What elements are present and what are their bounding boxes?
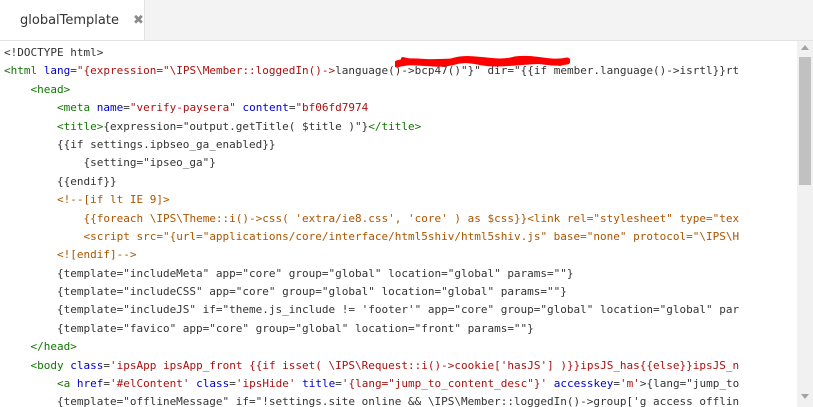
code-token: {template="offlineMessage" if="!settings… [4, 395, 740, 407]
code-token: = [613, 377, 620, 391]
code-token: class [70, 358, 104, 372]
code-token: "bf06fd7974 [295, 101, 369, 115]
code-token: 'ipsApp ipsApp_front {{if isset( \IPS\Re… [110, 358, 740, 372]
code-token: <html [4, 64, 38, 78]
scroll-up-arrow-icon[interactable] [801, 45, 809, 50]
code-line: {template="includeMeta" app="core" group… [4, 265, 797, 283]
code-token: {{foreach \IPS\Theme::i()->css( 'extra/i… [83, 211, 740, 225]
code-token: {template="includeJS" if="theme.js_inclu… [4, 303, 740, 317]
code-editor[interactable]: <!DOCTYPE html> <html lang="{expression="… [0, 41, 797, 407]
code-line: {template="offlineMessage" if="!settings… [4, 393, 797, 407]
code-line: </head> [4, 338, 797, 356]
code-token: </title> [368, 119, 422, 133]
scroll-down-arrow-icon[interactable] [801, 394, 809, 399]
code-line: <body class='ipsApp ipsApp_front {{if is… [4, 357, 797, 375]
code-line: {template="favico" app="core" group="glo… [4, 320, 797, 338]
code-token: content [242, 101, 289, 115]
code-token: = [103, 358, 110, 372]
vertical-scrollbar[interactable] [797, 41, 813, 407]
code-token: "verify-paysera" [129, 101, 236, 115]
code-line: <meta name="verify-paysera" content="bf0… [4, 99, 797, 117]
code-line: <script src="{url="applications/core/int… [4, 228, 797, 246]
code-token: = [335, 377, 342, 391]
code-line: {template="includeCSS" app="core" group=… [4, 283, 797, 301]
code-token: {template="includeMeta" app="core" group… [4, 266, 574, 280]
code-line: {template="includeJS" if="theme.js_inclu… [4, 301, 797, 319]
code-token: {template="includeCSS" app="core" group=… [4, 285, 567, 299]
code-token: <title> [56, 119, 104, 133]
code-token: {setting="ipseo_ga"} [4, 156, 216, 170]
code-token: {expression="output.getTitle( $title )"} [103, 119, 369, 133]
close-icon[interactable]: ✖ [133, 13, 144, 28]
code-line: <![endif]--> [4, 246, 797, 264]
code-token: 'm' [620, 377, 640, 391]
code-token: <a [56, 377, 71, 391]
code-token: 'ipsHide' [235, 377, 296, 391]
code-token: "{expression="\IPS\Member::loggedIn()-> [76, 64, 336, 78]
redaction-scribble [395, 55, 570, 68]
code-line: <a href='#elContent' class='ipsHide' tit… [4, 375, 797, 393]
code-token: title [302, 377, 336, 391]
code-line: <title>{expression="output.getTitle( $ti… [4, 118, 797, 136]
code-token: name [96, 101, 124, 115]
code-token: <!--[if lt IE 9]> [56, 193, 170, 207]
code-line: {{endif}} [4, 173, 797, 191]
code-token: {{endif}} [4, 174, 117, 188]
code-token: <script src="{url="applications/core/int… [83, 229, 740, 243]
code-token: = [70, 64, 77, 78]
code-content: <!DOCTYPE html> <html lang="{expression="… [0, 41, 797, 407]
code-token: = [123, 101, 130, 115]
code-token: </head> [30, 340, 77, 354]
code-token: lang [43, 64, 71, 78]
code-line: <!--[if lt IE 9]> [4, 191, 797, 209]
code-token: <meta [56, 101, 91, 115]
code-token: accesskey [553, 377, 614, 391]
code-line: {{foreach \IPS\Theme::i()->css( 'extra/i… [4, 210, 797, 228]
tab-global-template[interactable]: globalTemplate ✖ [0, 0, 145, 40]
code-line: {setting="ipseo_ga"} [4, 154, 797, 172]
code-token: <body [30, 358, 64, 372]
code-token: >{lang="jump_to [639, 377, 740, 391]
code-token: <![endif]--> [56, 248, 137, 262]
tab-bar: globalTemplate ✖ [0, 0, 813, 41]
code-line: {{if settings.ipbseo_ga_enabled}} [4, 136, 797, 154]
code-token: {{if settings.ipbseo_ga_enabled}} [4, 137, 276, 151]
code-token: class [196, 377, 230, 391]
code-token: '#elContent' [109, 377, 190, 391]
code-token: = [103, 377, 110, 391]
tab-title: globalTemplate [20, 12, 119, 28]
code-line: <head> [4, 81, 797, 99]
code-token: <!DOCTYPE html> [4, 46, 104, 59]
code-token: <head> [30, 82, 71, 96]
code-token: {template="favico" app="core" group="glo… [4, 321, 534, 335]
code-token: '{lang="jump_to_content_desc"}' [341, 377, 548, 391]
code-token: = [229, 377, 236, 391]
code-token: href [76, 377, 104, 391]
scrollbar-thumb[interactable] [799, 57, 811, 185]
